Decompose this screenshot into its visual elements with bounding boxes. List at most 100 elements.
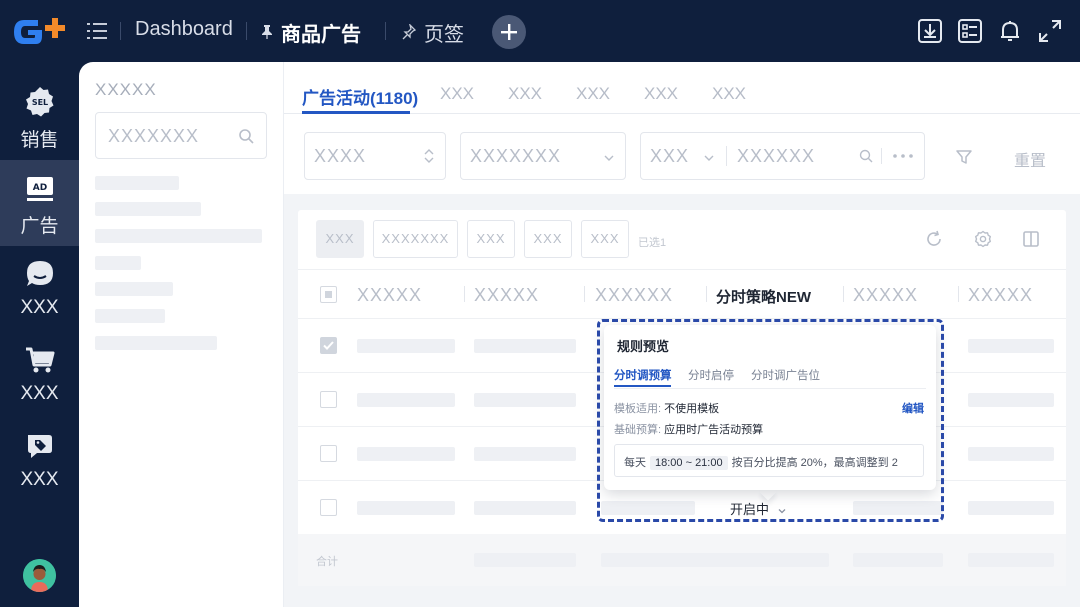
filter-icon[interactable] — [955, 148, 973, 166]
filter-search-group[interactable]: XXX XXXXXX — [640, 132, 925, 180]
column-divider — [843, 286, 844, 302]
reset-button[interactable]: 重置 — [1014, 147, 1046, 171]
dashboard-tab[interactable]: Dashboard — [135, 18, 233, 41]
sort-arrows-icon — [424, 149, 434, 163]
skeleton-line — [95, 256, 141, 270]
toolbar-button[interactable]: XXXXXXX — [373, 220, 458, 258]
total-label: 合计 — [316, 556, 338, 568]
filter-select-1[interactable]: XXXX — [304, 132, 446, 180]
filter-bar: XXXX XXXXXXX XXX XXXXXX 重置 — [284, 114, 1080, 194]
divider — [726, 146, 727, 166]
more-icon[interactable] — [892, 149, 914, 163]
column-divider — [958, 286, 959, 302]
search-placeholder: XXXXXXX — [108, 126, 200, 146]
filter-field-select[interactable]: XXX — [650, 146, 689, 167]
message-tag-icon — [28, 435, 52, 458]
add-tab-button[interactable] — [492, 15, 526, 49]
skeleton-line — [95, 309, 165, 323]
selected-count: 已选1 — [638, 237, 667, 249]
tab-item[interactable]: XXX — [508, 84, 542, 104]
toolbar-button[interactable]: XXX — [316, 220, 364, 258]
skeleton-line — [95, 202, 201, 216]
fullscreen-icon[interactable] — [1037, 18, 1063, 44]
filter-value: XXXXXXX — [470, 146, 562, 166]
menu-icon[interactable] — [86, 20, 108, 42]
divider — [385, 22, 386, 40]
bell-icon[interactable] — [997, 18, 1023, 44]
cell-placeholder — [853, 553, 943, 567]
shopping-cart-icon — [26, 347, 55, 373]
skeleton-line — [95, 229, 262, 243]
nav-label: 销售 — [20, 130, 59, 151]
column-divider — [584, 286, 585, 302]
cell-placeholder — [601, 553, 829, 567]
nav-item-ads[interactable]: AD 广告 — [0, 160, 79, 246]
svg-text:SEL: SEL — [32, 98, 48, 107]
column-divider — [706, 286, 707, 302]
panel-search-input[interactable]: XXXXXXX — [95, 112, 267, 159]
cell-placeholder — [357, 447, 455, 461]
check-icon — [323, 341, 334, 350]
tab-item[interactable]: XXX — [712, 84, 746, 104]
search-icon[interactable] — [859, 149, 873, 163]
nav-item-sales[interactable]: SEL 销售 — [0, 74, 79, 160]
tab-item[interactable]: XXX — [576, 84, 610, 104]
pin-outline-icon — [402, 24, 416, 40]
skeleton-line — [95, 336, 217, 350]
column-header[interactable]: XXXXX — [968, 285, 1033, 306]
nav-item-notices[interactable]: XXX — [0, 418, 79, 504]
highlight-frame — [597, 319, 944, 522]
row-checkbox[interactable] — [320, 445, 337, 462]
toolbar-button[interactable]: XXX — [581, 220, 629, 258]
refresh-icon[interactable] — [925, 230, 943, 248]
filter-value: XXXX — [314, 146, 367, 166]
settings-icon[interactable] — [974, 230, 992, 248]
tab-item[interactable]: XXX — [644, 84, 678, 104]
task-list-icon[interactable] — [957, 18, 983, 44]
row-checkbox[interactable] — [320, 499, 337, 516]
column-header[interactable]: XXXXX — [853, 285, 918, 306]
cell-placeholder — [968, 339, 1054, 353]
table-header: XXXXX XXXXX XXXXXX 分时策略NEW XXXXX XXXXX — [298, 269, 1066, 319]
column-header[interactable]: XXXXXX — [595, 285, 673, 306]
user-avatar-icon — [23, 559, 56, 592]
filter-search-value[interactable]: XXXXXX — [737, 146, 815, 167]
svg-text:AD: AD — [33, 183, 47, 193]
nav-item-cart[interactable]: XXX — [0, 332, 79, 418]
divider — [881, 148, 882, 164]
filter-select-2[interactable]: XXXXXXX — [460, 132, 626, 180]
avatar[interactable] — [23, 559, 56, 592]
nav-label: XXX — [20, 383, 59, 404]
row-checkbox[interactable] — [320, 391, 337, 408]
cell-placeholder — [357, 501, 455, 515]
plus-icon — [501, 24, 517, 40]
toolbar-button[interactable]: XXX — [524, 220, 572, 258]
column-header-time-strategy[interactable]: 分时策略NEW — [716, 286, 811, 307]
sell-badge-icon: SEL — [26, 87, 54, 117]
tab-bar: 广告活动(1180) XXX XXX XXX XXX XXX — [284, 62, 1080, 114]
column-header[interactable]: XXXXX — [357, 285, 422, 306]
logo-icon — [14, 18, 65, 44]
pin-icon — [262, 25, 272, 39]
download-icon[interactable] — [917, 18, 943, 44]
nav-item-messages[interactable]: XXX — [0, 246, 79, 332]
tab-campaigns[interactable]: 广告活动(1180) — [302, 84, 418, 109]
ad-icon: AD — [27, 177, 53, 201]
select-all-checkbox[interactable] — [320, 286, 337, 303]
tab-product-ads[interactable]: 商品广告 — [281, 18, 361, 47]
chevron-down-icon — [604, 155, 614, 161]
nav-label: XXX — [20, 469, 59, 490]
cell-placeholder — [474, 447, 576, 461]
column-header[interactable]: XXXXX — [474, 285, 539, 306]
cell-placeholder — [474, 393, 576, 407]
columns-icon[interactable] — [1022, 230, 1040, 248]
tab-item[interactable]: XXX — [440, 84, 474, 104]
nav-label: 广告 — [20, 216, 59, 237]
cell-placeholder — [968, 501, 1054, 515]
search-icon — [239, 129, 254, 144]
toolbar-button[interactable]: XXX — [467, 220, 515, 258]
cell-placeholder — [968, 393, 1054, 407]
row-checkbox[interactable] — [320, 337, 337, 354]
panel-title: XXXXX — [95, 80, 157, 99]
tab-bookmark[interactable]: 页签 — [424, 18, 464, 47]
